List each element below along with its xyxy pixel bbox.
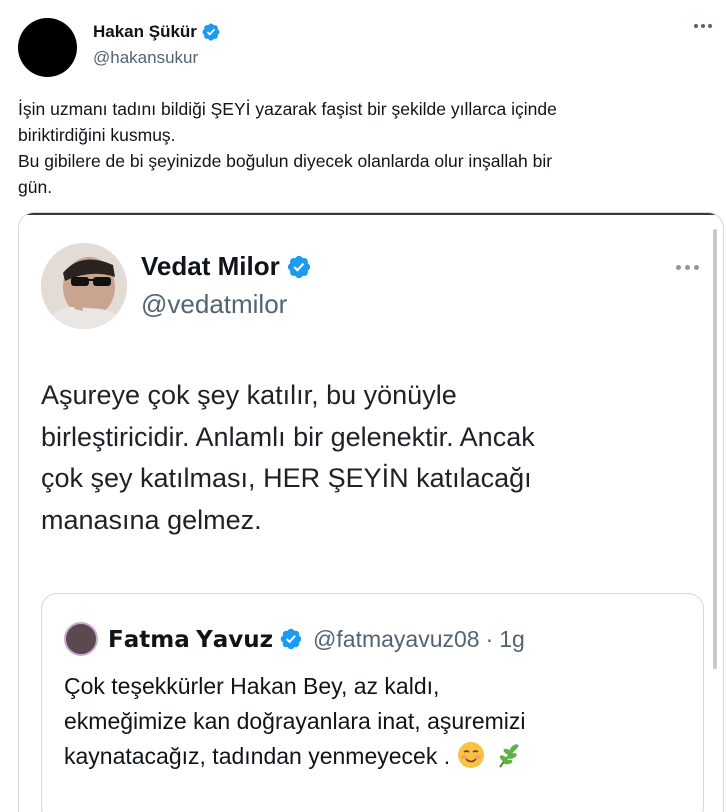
quoted-author-name: 𝗙𝗮𝘁𝗺𝗮 𝗬𝗮𝘃𝘂𝘇 xyxy=(108,625,274,652)
scrollbar xyxy=(713,229,717,669)
quoted-author-avatar xyxy=(64,622,98,656)
author-name-row: Hakan Şükür xyxy=(93,22,221,42)
embedded-tweet-line: birleştiricidir. Anlamlı bir gelenektir.… xyxy=(41,421,535,452)
quoted-tweet-text: Çok teşekkürler Hakan Bey, az kaldı, ekm… xyxy=(64,669,684,774)
tweet-text-line: İşin uzmanı tadını bildiği ŞEYİ yazarak … xyxy=(18,99,557,119)
verified-badge-icon xyxy=(280,628,302,650)
quoted-tweet-header: 𝗙𝗮𝘁𝗺𝗮 𝗬𝗮𝘃𝘂𝘇 @fatmayavuz08 · 1g xyxy=(64,622,525,656)
embedded-tweet-line: çok şey katılması, HER ŞEYİN katılacağı xyxy=(41,463,532,493)
tweet-text-line: gün. xyxy=(18,177,53,197)
author-name[interactable]: Hakan Şükür xyxy=(93,22,197,42)
verified-badge-icon xyxy=(202,23,220,41)
quoted-tweet-line: Çok teşekkürler Hakan Bey, az kaldı, xyxy=(64,673,440,699)
embedded-author-handle: @vedatmilor xyxy=(141,289,288,319)
embedded-tweet-line: Aşureye çok şey katılır, bu yönüyle xyxy=(41,380,457,410)
quoted-author-handle: @fatmayavuz08 xyxy=(313,625,480,652)
tweet: Hakan Şükür @hakansukur İşin uzmanı tadı… xyxy=(0,0,726,812)
screenshot-top-edge xyxy=(19,213,723,215)
more-options-icon[interactable] xyxy=(694,24,712,28)
quoted-tweet-line-text: kaynatacağız, tadından yenmeyecek . xyxy=(64,743,451,769)
herb-emoji-icon xyxy=(499,744,519,768)
tweet-text: İşin uzmanı tadını bildiği ŞEYİ yazarak … xyxy=(18,96,708,200)
quoted-timestamp: 1g xyxy=(499,625,525,652)
embedded-tweet-line: manasına gelmez. xyxy=(41,504,262,535)
embedded-author-name: Vedat Milor xyxy=(141,251,280,281)
author-avatar[interactable] xyxy=(18,18,77,77)
separator-dot: · xyxy=(485,625,494,652)
attached-screenshot[interactable]: Vedat Milor @vedatmilor Aşureye çok şey … xyxy=(18,212,724,812)
tweet-text-line: Bu gibilere de bi şeyinizde boğulun diye… xyxy=(18,151,553,171)
embedded-more-options-icon xyxy=(676,265,699,270)
author-handle[interactable]: @hakansukur xyxy=(93,48,198,68)
embedded-author-avatar xyxy=(41,243,127,329)
quoted-tweet-line: ekmeğimize kan doğrayanlara inat, aşurem… xyxy=(64,708,526,734)
verified-badge-icon xyxy=(287,255,310,278)
tweet-text-line: biriktirdiğini kusmuş. xyxy=(18,125,176,145)
quoted-tweet: 𝗙𝗮𝘁𝗺𝗮 𝗬𝗮𝘃𝘂𝘇 @fatmayavuz08 · 1g Çok teşek… xyxy=(41,593,704,812)
embedded-author-name-row: Vedat Milor xyxy=(141,251,312,282)
quoted-tweet-line: kaynatacağız, tadından yenmeyecek . xyxy=(64,739,684,774)
embedded-tweet-text: Aşureye çok şey katılır, bu yönüyle birl… xyxy=(41,375,681,541)
smiling-face-emoji-icon xyxy=(458,742,485,768)
